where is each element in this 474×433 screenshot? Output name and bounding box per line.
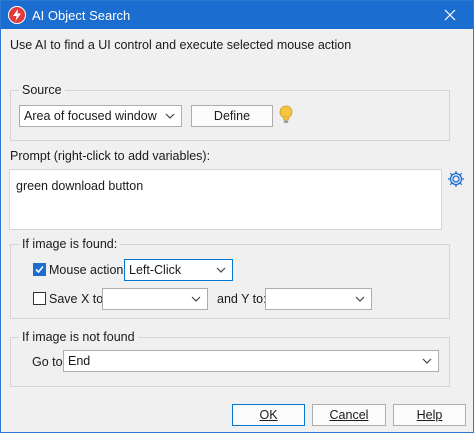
save-y-select[interactable] xyxy=(265,288,372,310)
close-icon xyxy=(444,9,456,21)
app-icon xyxy=(8,6,26,24)
prompt-label: Prompt (right-click to add variables): xyxy=(10,149,211,163)
save-x-select[interactable] xyxy=(102,288,208,310)
source-select[interactable]: Area of focused window xyxy=(19,105,182,127)
mouse-action-label: Mouse action: xyxy=(49,263,127,277)
chevron-down-icon xyxy=(191,296,201,302)
window-title: AI Object Search xyxy=(32,8,131,23)
gear-icon[interactable] xyxy=(446,169,466,189)
close-button[interactable] xyxy=(427,1,473,29)
chevron-down-icon xyxy=(355,296,365,302)
source-group-label: Source xyxy=(19,83,65,97)
lightbulb-icon[interactable] xyxy=(279,105,293,125)
found-group: If image is found: xyxy=(10,237,450,319)
found-group-label: If image is found: xyxy=(19,237,121,251)
chevron-down-icon xyxy=(216,267,226,273)
save-x-label: Save X to: xyxy=(49,292,107,306)
mouse-action-select[interactable]: Left-Click xyxy=(124,259,233,281)
goto-label: Go to xyxy=(32,355,63,369)
mouse-action-value: Left-Click xyxy=(129,263,182,277)
goto-select[interactable]: End xyxy=(63,350,439,372)
cancel-button-label: Cancel xyxy=(329,408,369,422)
chevron-down-icon xyxy=(165,113,175,119)
prompt-textarea[interactable]: green download button xyxy=(9,169,442,230)
checkmark-icon xyxy=(35,265,44,274)
intro-text: Use AI to find a UI control and execute … xyxy=(10,38,352,52)
save-x-checkbox[interactable] xyxy=(33,292,46,305)
ok-button-label: OK xyxy=(259,408,278,422)
cancel-button[interactable]: Cancel xyxy=(312,404,386,426)
dialog-window: AI Object Search Use AI to find a UI con… xyxy=(0,0,474,433)
help-button-label: Help xyxy=(416,408,443,422)
title-bar[interactable]: AI Object Search xyxy=(1,1,473,29)
help-button[interactable]: Help xyxy=(393,404,466,426)
goto-value: End xyxy=(68,354,91,368)
source-select-value: Area of focused window xyxy=(24,109,157,123)
not-found-group-label: If image is not found xyxy=(19,330,138,344)
mouse-action-checkbox[interactable] xyxy=(33,263,46,276)
chevron-down-icon xyxy=(422,358,432,364)
and-y-label: and Y to: xyxy=(217,292,267,306)
ok-button[interactable]: OK xyxy=(232,404,305,426)
define-button[interactable]: Define xyxy=(191,105,273,127)
